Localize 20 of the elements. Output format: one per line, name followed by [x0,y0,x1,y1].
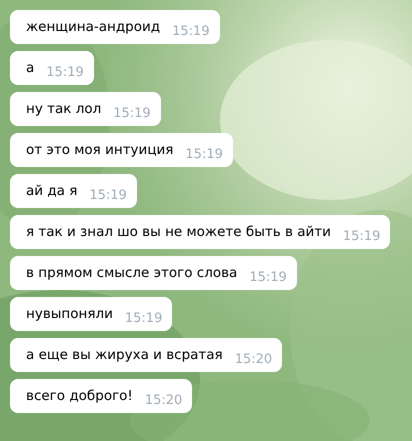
message-text: ай да я [26,183,78,199]
message-time: 15:19 [185,146,223,162]
message-text: от это моя интуиция [26,142,174,158]
message-text: ну так лол [26,101,102,117]
message-text: а [26,60,34,76]
message-text: я так и знал шо вы не можете быть в айти [26,224,331,240]
message-time: 15:19 [46,64,84,80]
message-time: 15:19 [342,228,380,244]
message-text: всего доброго! [26,388,133,404]
message-time: 15:19 [113,104,151,120]
message-text: женщина-андроид [26,19,160,35]
message-time: 15:19 [249,268,287,284]
message-time: 15:20 [144,392,182,408]
message-time: 15:19 [172,22,210,38]
message-time: 15:20 [234,350,272,366]
message-text: а еще вы жируха и всратая [26,347,223,363]
message-time: 15:19 [124,310,162,326]
message-text: нувыпоняли [26,306,113,322]
message-time: 15:19 [89,186,127,202]
message-text: в прямом смысле этого слова [26,265,238,281]
